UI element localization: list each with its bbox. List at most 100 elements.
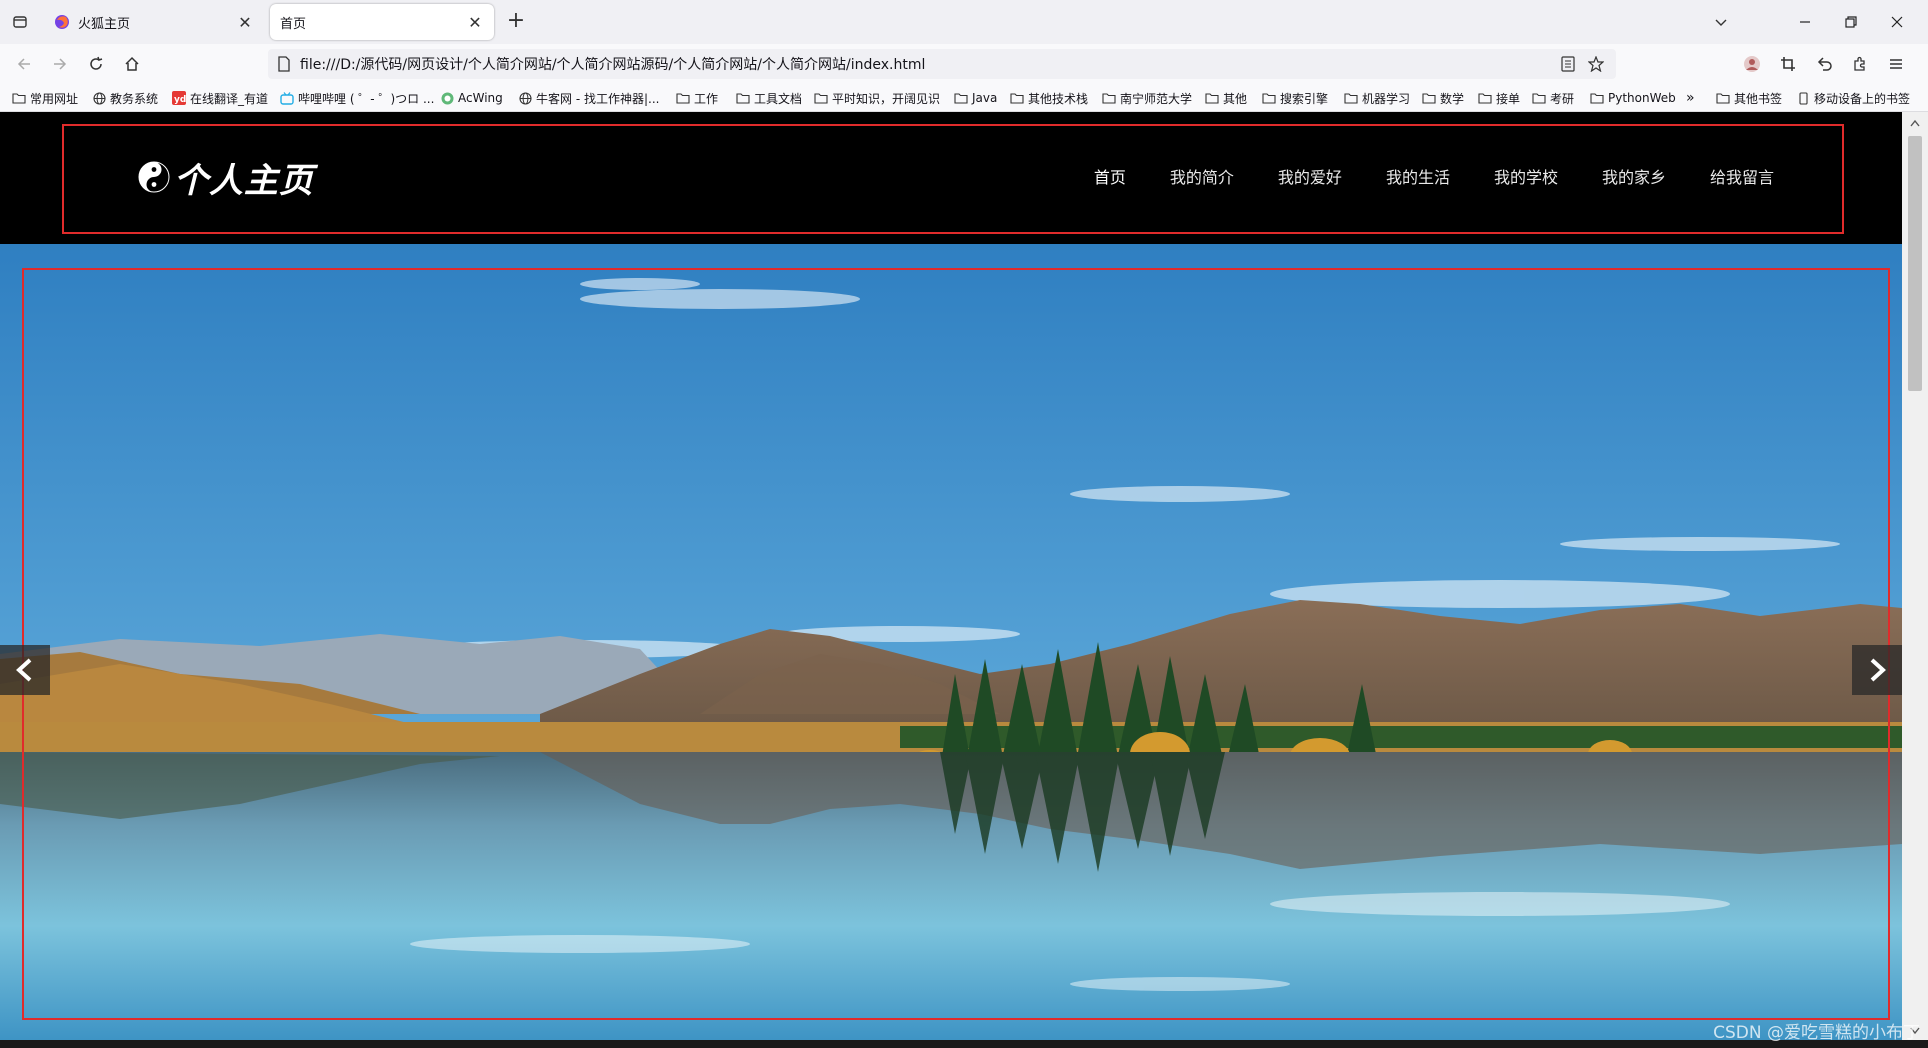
undo-close-button[interactable]	[1812, 52, 1836, 76]
home-button[interactable]	[120, 52, 144, 76]
yin-yang-icon	[138, 161, 170, 193]
bookmark-star-icon[interactable]	[1588, 56, 1604, 72]
youdao-icon: yd	[172, 91, 186, 105]
bookmark-item[interactable]: 工作	[676, 89, 718, 107]
folder-icon	[736, 92, 750, 104]
page-viewport: 个人主页 首页 我的简介 我的爱好 我的生活 我的学校 我的家乡 给我留言	[0, 112, 1902, 1042]
bookmark-item[interactable]: 接单	[1478, 89, 1520, 107]
firefox-icon	[55, 15, 69, 29]
folder-icon	[1532, 92, 1546, 104]
bookmark-label: 南宁师范大学	[1120, 91, 1193, 106]
nav-link-life[interactable]: 我的生活	[1386, 164, 1450, 188]
bookmark-item[interactable]: 搜索引擎	[1262, 89, 1328, 107]
reload-button[interactable]	[84, 52, 108, 76]
bookmark-item[interactable]: 其他	[1205, 89, 1247, 107]
tab-list-button[interactable]	[8, 11, 32, 33]
tab-title: 首页	[280, 16, 307, 32]
tab-title: 火狐主页	[78, 16, 131, 32]
bookmark-label: 接单	[1496, 91, 1521, 106]
minimize-button[interactable]	[1782, 0, 1828, 44]
close-tab-icon[interactable]: ✕	[236, 13, 254, 32]
nav-link-home[interactable]: 首页	[1094, 164, 1126, 188]
bookmark-item[interactable]: 数学	[1422, 89, 1464, 107]
bookmarks-toolbar: 常用网址 教务系统 yd 在线翻译_有道 哔哩哔哩 ( ゜- ゜)つロ ... AcWin…	[0, 84, 1928, 112]
bookmark-item[interactable]: AcWing	[440, 89, 503, 107]
avatar-icon	[1744, 56, 1760, 72]
nav-link-hometown[interactable]: 我的家乡	[1602, 164, 1666, 188]
bookmark-item[interactable]: 考研	[1532, 89, 1574, 107]
close-window-button[interactable]	[1874, 0, 1920, 44]
bookmark-item[interactable]: 常用网址	[12, 89, 78, 107]
close-icon	[1891, 16, 1903, 28]
extensions-button[interactable]	[1848, 52, 1872, 76]
app-menu-button[interactable]	[1884, 52, 1908, 76]
close-tab-icon[interactable]: ✕	[466, 13, 484, 32]
bookmark-label: Java	[972, 91, 998, 105]
other-bookmarks-folder[interactable]: 其他书签	[1716, 89, 1782, 107]
bookmark-item[interactable]: 工具文档	[736, 89, 802, 107]
tab-firefox-home[interactable]: 火狐主页 ✕	[44, 4, 264, 40]
back-button[interactable]	[12, 52, 36, 76]
bookmark-label: 平时知识，开阔见识	[832, 91, 941, 106]
restore-button[interactable]	[1828, 0, 1874, 44]
bookmark-item[interactable]: 其他技术栈	[1010, 89, 1088, 107]
bookmark-label: 工具文档	[754, 91, 803, 106]
site-nav: 首页 我的简介 我的爱好 我的生活 我的学校 我的家乡 给我留言	[1050, 164, 1774, 188]
logo-text: 个人主页	[174, 160, 314, 201]
bookmark-item[interactable]: Java	[954, 89, 997, 107]
mobile-icon	[1796, 91, 1810, 105]
globe-icon	[518, 91, 532, 105]
nav-link-school[interactable]: 我的学校	[1494, 164, 1558, 188]
url-input[interactable]	[300, 49, 1540, 79]
forward-arrow-icon	[54, 58, 67, 70]
carousel-prev-button[interactable]	[0, 645, 50, 695]
home-icon	[125, 56, 139, 71]
restore-icon	[1845, 16, 1857, 28]
globe-icon	[92, 91, 106, 105]
bookmark-item[interactable]: 哔哩哔哩 ( ゜- ゜)つロ ...	[280, 89, 434, 107]
bookmark-item[interactable]: yd 在线翻译_有道	[172, 89, 268, 107]
forward-button[interactable]	[48, 52, 72, 76]
back-arrow-icon	[17, 58, 30, 70]
nav-link-hobbies[interactable]: 我的爱好	[1278, 164, 1342, 188]
folder-icon	[1262, 92, 1276, 104]
bookmark-label: 在线翻译_有道	[190, 91, 269, 106]
address-bar[interactable]	[268, 49, 1616, 79]
puzzle-icon	[1854, 56, 1865, 71]
bookmark-item[interactable]: 机器学习	[1344, 89, 1410, 107]
crop-icon	[1781, 57, 1795, 71]
folder-icon	[1478, 92, 1492, 104]
nav-link-guestbook[interactable]: 给我留言	[1710, 164, 1774, 188]
bookmarks-overflow-button[interactable]: »	[1686, 89, 1695, 107]
bookmark-item[interactable]: 牛客网 - 找工作神器|...	[518, 89, 659, 107]
tab-bar: 火狐主页 ✕ 首页 ✕ +	[0, 0, 1928, 44]
screenshot-button[interactable]	[1776, 52, 1800, 76]
vertical-scrollbar[interactable]	[1902, 112, 1928, 1042]
folder-icon	[12, 92, 26, 104]
site-header: 个人主页 首页 我的简介 我的爱好 我的生活 我的学校 我的家乡 给我留言	[0, 112, 1902, 244]
folder-icon	[814, 92, 828, 104]
site-logo[interactable]: 个人主页	[138, 154, 314, 201]
bookmark-item[interactable]: 平时知识，开阔见识	[814, 89, 940, 107]
bookmark-label: PythonWeb	[1608, 91, 1676, 105]
mobile-bookmarks-folder[interactable]: 移动设备上的书签	[1796, 89, 1910, 107]
bookmark-label: 移动设备上的书签	[1814, 91, 1911, 106]
list-all-tabs-button[interactable]	[1698, 0, 1744, 44]
folder-icon	[1422, 92, 1436, 104]
bookmark-item[interactable]: 南宁师范大学	[1102, 89, 1192, 107]
folder-icon	[1344, 92, 1358, 104]
bookmark-item[interactable]: 教务系统	[92, 89, 158, 107]
scrollbar-thumb[interactable]	[1908, 136, 1922, 391]
bookmark-item[interactable]: PythonWeb	[1590, 89, 1676, 107]
carousel-next-button[interactable]	[1852, 645, 1902, 695]
tab-home-page[interactable]: 首页 ✕	[270, 4, 494, 40]
chevron-down-icon	[1715, 19, 1727, 26]
os-taskbar	[0, 1040, 1928, 1048]
scroll-up-arrow-icon[interactable]	[1908, 116, 1922, 130]
new-tab-button[interactable]: +	[504, 10, 528, 34]
account-button[interactable]	[1740, 52, 1764, 76]
chevron-left-icon	[16, 658, 32, 682]
bookmark-label: 考研	[1550, 91, 1575, 106]
nav-link-intro[interactable]: 我的简介	[1170, 164, 1234, 188]
reader-view-icon[interactable]	[1560, 56, 1576, 72]
